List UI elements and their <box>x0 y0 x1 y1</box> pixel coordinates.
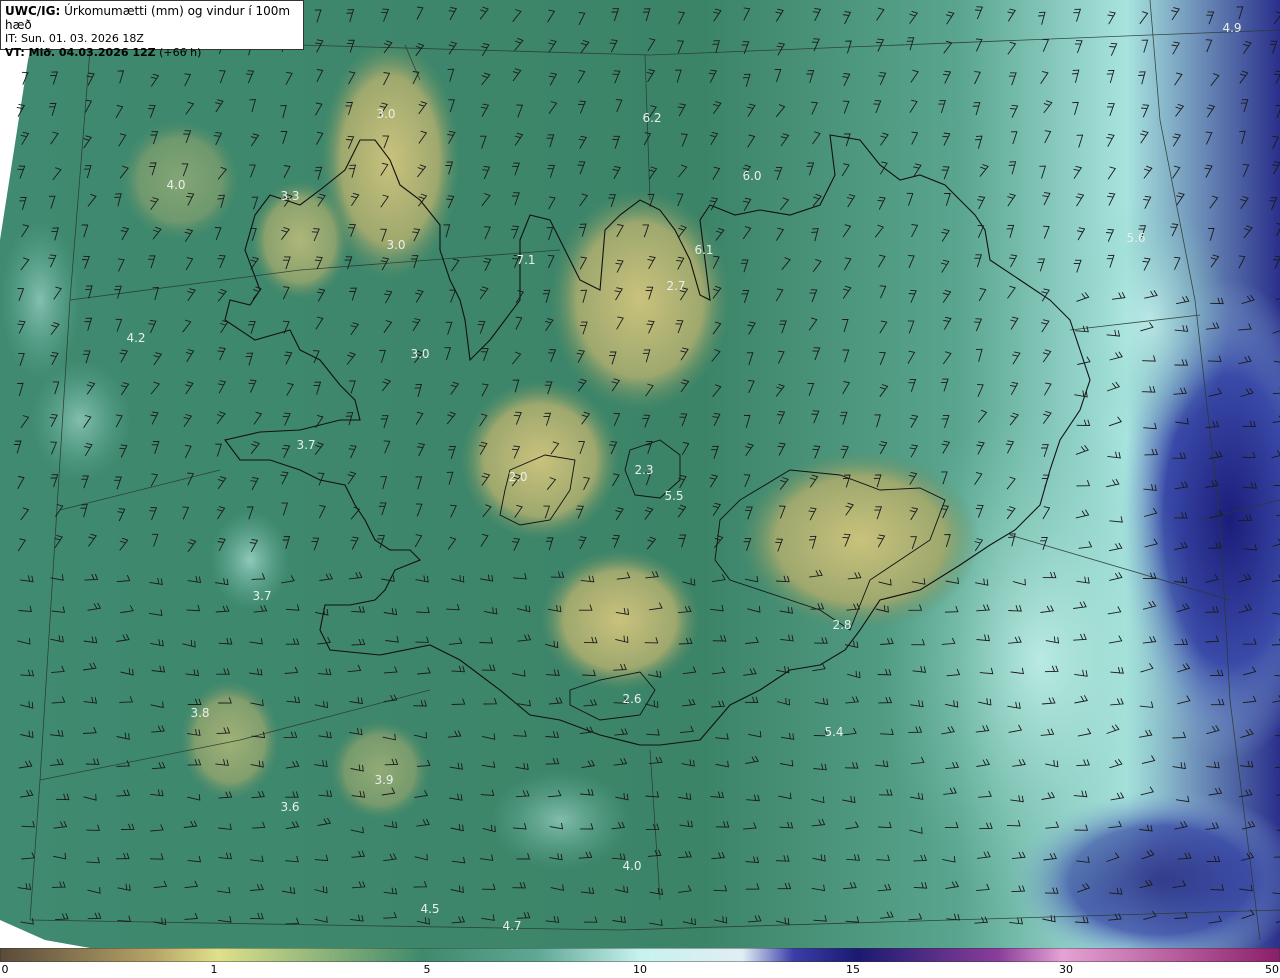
precip-value-label: 2.6 <box>622 692 642 706</box>
model-label: UWC/IG: <box>5 4 61 18</box>
lead-time: (+66 h) <box>159 46 202 59</box>
precip-value-label: 5.6 <box>1126 231 1146 245</box>
precip-value-label: 3.0 <box>410 347 430 361</box>
init-time: IT: Sun. 01. 03. 2026 18Z <box>5 32 144 45</box>
precip-value-label: 6.2 <box>642 111 662 125</box>
precip-value-label: 3.7 <box>296 438 316 452</box>
colorbar-tick-label: 50 <box>1265 963 1279 976</box>
precip-value-label: 2.8 <box>832 618 852 632</box>
precip-value-label: 4.7 <box>502 919 522 933</box>
precip-value-label: 4.9 <box>1222 21 1242 35</box>
precip-value-label: 2.7 <box>666 279 686 293</box>
precip-value-label: 4.0 <box>166 178 186 192</box>
precip-value-label: 5.5 <box>664 489 684 503</box>
colorbar-tick-label: 1 <box>210 963 218 976</box>
colorbar <box>0 948 1280 962</box>
precip-value-label: 2.0 <box>508 470 528 484</box>
colorbar-tick-label: 10 <box>633 963 647 976</box>
precip-value-label: 3.0 <box>376 107 396 121</box>
precip-value-label: 7.1 <box>516 253 536 267</box>
precip-value-label: 3.8 <box>190 706 210 720</box>
precip-value-label: 4.2 <box>126 331 146 345</box>
precip-value-label: 3.9 <box>374 773 394 787</box>
precip-value-label: 6.1 <box>694 243 714 257</box>
precip-value-label: 6.0 <box>742 169 762 183</box>
precip-value-label: 5.4 <box>824 725 844 739</box>
precip-value-label: 3.3 <box>280 189 300 203</box>
precip-value-label: 3.7 <box>252 589 272 603</box>
precip-value-label: 4.0 <box>622 859 642 873</box>
colorbar-tick-label: 30 <box>1059 963 1073 976</box>
precip-value-label: 3.0 <box>386 238 406 252</box>
valid-time: VT: Mið. 04.03.2026 12Z <box>5 46 156 59</box>
colorbar-tick-label: 0 <box>1 963 9 976</box>
colorbar-tick-label: 15 <box>846 963 860 976</box>
precip-value-label: 4.5 <box>420 902 440 916</box>
precip-value-label: 2.3 <box>634 463 654 477</box>
map-info-box: UWC/IG: Úrkomumætti (mm) og vindur í 100… <box>0 0 304 59</box>
colorbar-tick-label: 5 <box>423 963 431 976</box>
precip-value-label: 3.6 <box>280 800 300 814</box>
